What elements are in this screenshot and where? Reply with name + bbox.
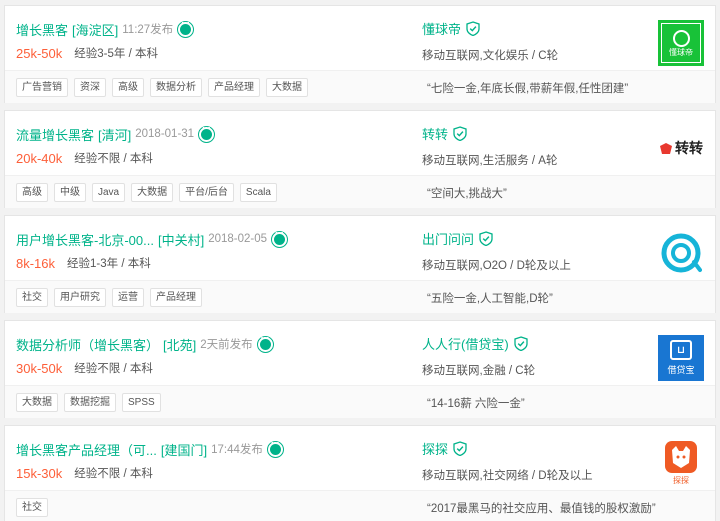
- job-card: 流量增长黑客 [清河] 2018-01-31 20k-40k 经验不限 / 本科…: [4, 110, 716, 208]
- verified-shield-icon: [479, 231, 493, 246]
- verified-shield-icon: [453, 126, 467, 141]
- salary: 20k-40k: [16, 150, 63, 166]
- job-tag: 社交: [16, 498, 48, 517]
- job-tag: 资深: [74, 78, 106, 97]
- job-tag: 数据分析: [150, 78, 202, 97]
- company-logo[interactable]: ⊔ 借贷宝: [658, 335, 704, 381]
- company-logo[interactable]: [658, 230, 704, 276]
- logo-text: 转转: [675, 140, 703, 156]
- job-title-link[interactable]: 增长黑客产品经理（可...: [16, 440, 157, 459]
- soccer-logo-icon: 懂球帝: [661, 23, 701, 63]
- company-welfare: “2017最黑马的社交应用、最值钱的股权激励”: [427, 503, 656, 515]
- mobvoi-logo-icon: [661, 233, 702, 273]
- job-card: 增长黑客 [海淀区] 11:27发布 25k-50k 经验3-5年 / 本科 懂…: [4, 5, 716, 103]
- job-title-link[interactable]: 用户增长黑客-北京-00...: [16, 230, 154, 249]
- verified-shield-icon: [466, 21, 480, 36]
- job-card: 数据分析师（增长黑客） [北苑] 2天前发布 30k-50k 经验不限 / 本科…: [4, 320, 716, 418]
- job-tag: 产品经理: [150, 288, 202, 307]
- requirement: 经验不限 / 本科: [74, 468, 153, 480]
- publish-time: 2天前发布: [200, 339, 253, 351]
- salary: 25k-50k: [16, 45, 63, 61]
- job-tag: 中级: [54, 183, 86, 202]
- requirement: 经验3-5年 / 本科: [74, 48, 158, 60]
- chat-icon[interactable]: [177, 18, 195, 38]
- job-card: 用户增长黑客-北京-00... [中关村] 2018-02-05 8k-16k …: [4, 215, 716, 313]
- company-industry: 移动互联网,文化娱乐 / C轮: [422, 50, 559, 62]
- company-name-link[interactable]: 懂球帝: [422, 19, 461, 38]
- tag-list: 广告营销 资深 高级 数据分析 产品经理 大数据: [16, 78, 314, 97]
- publish-time: 11:27发布: [122, 24, 174, 36]
- requirement: 经验1-3年 / 本科: [67, 258, 151, 270]
- tantan-logo-icon: [665, 440, 697, 473]
- company-logo[interactable]: 探探: [658, 440, 704, 486]
- jiedaibao-logo-icon: ⊔: [670, 340, 692, 360]
- job-tag: 高级: [112, 78, 144, 97]
- company-name-link[interactable]: 人人行(借贷宝): [422, 334, 509, 353]
- company-logo[interactable]: 懂球帝: [658, 20, 704, 66]
- job-tag: 大数据: [16, 393, 58, 412]
- logo-text: 懂球帝: [669, 47, 693, 57]
- logo-text: 探探: [673, 475, 689, 485]
- salary: 30k-50k: [16, 360, 63, 376]
- job-title-link[interactable]: 数据分析师（增长黑客）: [16, 335, 159, 354]
- job-tag: Scala: [239, 183, 277, 202]
- company-industry: 移动互联网,O2O / D轮及以上: [422, 260, 571, 272]
- job-tag: SPSS: [122, 393, 161, 412]
- chat-icon[interactable]: [266, 438, 284, 458]
- job-tag: Java: [92, 183, 126, 202]
- publish-time: 2018-01-31: [135, 128, 195, 140]
- job-area: [北苑]: [163, 337, 197, 353]
- company-welfare: “五险一金,人工智能,D轮”: [427, 293, 553, 305]
- verified-shield-icon: [514, 336, 528, 351]
- chat-icon[interactable]: [271, 228, 289, 248]
- company-logo[interactable]: 转转: [658, 125, 704, 171]
- job-area: [中关村]: [157, 232, 205, 248]
- job-area: [海淀区]: [72, 22, 119, 38]
- company-welfare: “七险一金,年底长假,带薪年假,任性团建”: [427, 83, 629, 95]
- tag-list: 大数据 数据挖掘 SPSS: [16, 393, 167, 412]
- job-tag: 大数据: [266, 78, 308, 97]
- job-tag: 数据挖掘: [64, 393, 116, 412]
- salary: 15k-30k: [16, 465, 63, 481]
- tag-list: 高级 中级 Java 大数据 平台/后台 Scala: [16, 183, 283, 202]
- company-industry: 移动互联网,金融 / C轮: [422, 365, 536, 377]
- job-tag: 产品经理: [208, 78, 260, 97]
- job-tag: 运营: [112, 288, 144, 307]
- company-name-link[interactable]: 转转: [422, 124, 448, 143]
- company-welfare: “14-16薪 六险一金”: [427, 398, 525, 410]
- company-welfare: “空间大,挑战大”: [427, 188, 507, 200]
- job-tag: 高级: [16, 183, 48, 202]
- requirement: 经验不限 / 本科: [74, 363, 153, 375]
- company-industry: 移动互联网,社交网络 / D轮及以上: [422, 470, 593, 482]
- job-tag: 广告营销: [16, 78, 68, 97]
- job-card: 增长黑客产品经理（可... [建国门] 17:44发布 15k-30k 经验不限…: [4, 425, 716, 521]
- job-title-link[interactable]: 流量增长黑客: [16, 125, 94, 144]
- company-name-link[interactable]: 探探: [422, 439, 448, 458]
- logo-text: 借贷宝: [667, 365, 695, 375]
- company-name-link[interactable]: 出门问问: [422, 229, 474, 248]
- chat-icon[interactable]: [198, 123, 216, 143]
- requirement: 经验不限 / 本科: [74, 153, 153, 165]
- job-area: [建国门]: [160, 442, 208, 458]
- job-title-link[interactable]: 增长黑客: [16, 20, 68, 39]
- salary: 8k-16k: [16, 255, 56, 271]
- publish-time: 2018-02-05: [208, 233, 268, 245]
- job-area: [清河]: [98, 127, 132, 143]
- job-tag: 大数据: [131, 183, 174, 202]
- company-industry: 移动互联网,生活服务 / A轮: [422, 155, 558, 167]
- verified-shield-icon: [453, 441, 467, 456]
- job-tag: 平台/后台: [179, 183, 234, 202]
- job-tag: 用户研究: [54, 288, 106, 307]
- tag-list: 社交: [16, 498, 54, 517]
- job-tag: 社交: [16, 288, 48, 307]
- chat-icon[interactable]: [256, 333, 274, 353]
- zhuanzhuan-logo-icon: [660, 142, 672, 154]
- tag-list: 社交 用户研究 运营 产品经理: [16, 288, 208, 307]
- publish-time: 17:44发布: [211, 444, 263, 456]
